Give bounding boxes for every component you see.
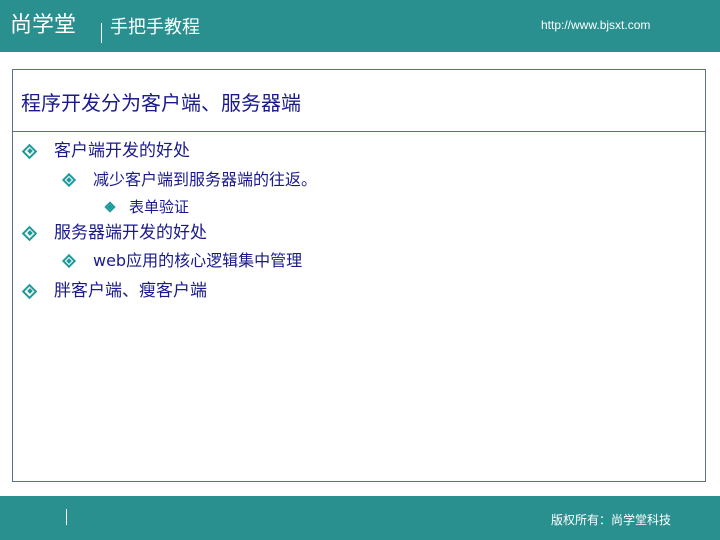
- bullet-text: 表单验证: [129, 198, 190, 216]
- slide-title: 程序开发分为客户端、服务器端: [21, 91, 301, 115]
- diamond-bullet-icon: [64, 256, 74, 266]
- diamond-bullet-icon: [24, 146, 35, 157]
- bullet-text: 服务器端开发的好处: [54, 223, 207, 243]
- diamond-bullet-icon: [24, 286, 35, 297]
- bullet-text: 客户端开发的好处: [54, 141, 190, 161]
- bullet-item: 客户端开发的好处: [24, 140, 190, 162]
- header-url[interactable]: http://www.bjsxt.com: [541, 17, 650, 33]
- bullet-item: 减少客户端到服务器端的往返。: [64, 169, 317, 190]
- bullet-item: 胖客户端、瘦客户端: [24, 280, 207, 302]
- footer-copyright: 版权所有：尚学堂科技: [551, 513, 672, 527]
- diamond-bullet-icon: [64, 175, 74, 185]
- brand-logo-text: 尚学堂: [10, 13, 77, 38]
- bullet-text: 减少客户端到服务器端的往返。: [93, 170, 318, 189]
- header-tagline: 手把手教程: [110, 17, 200, 38]
- diamond-bullet-icon: [24, 228, 35, 239]
- bullet-text: web应用的核心逻辑集中管理: [93, 251, 303, 270]
- bullet-item: 服务器端开发的好处: [24, 222, 207, 244]
- bullet-text: 胖客户端、瘦客户端: [54, 281, 207, 301]
- bullet-item: 表单验证: [106, 197, 189, 217]
- diamond-bullet-icon: [106, 203, 114, 211]
- brand-divider: [101, 23, 102, 43]
- footer-divider: [66, 509, 67, 525]
- bullet-item: web应用的核心逻辑集中管理: [64, 250, 302, 271]
